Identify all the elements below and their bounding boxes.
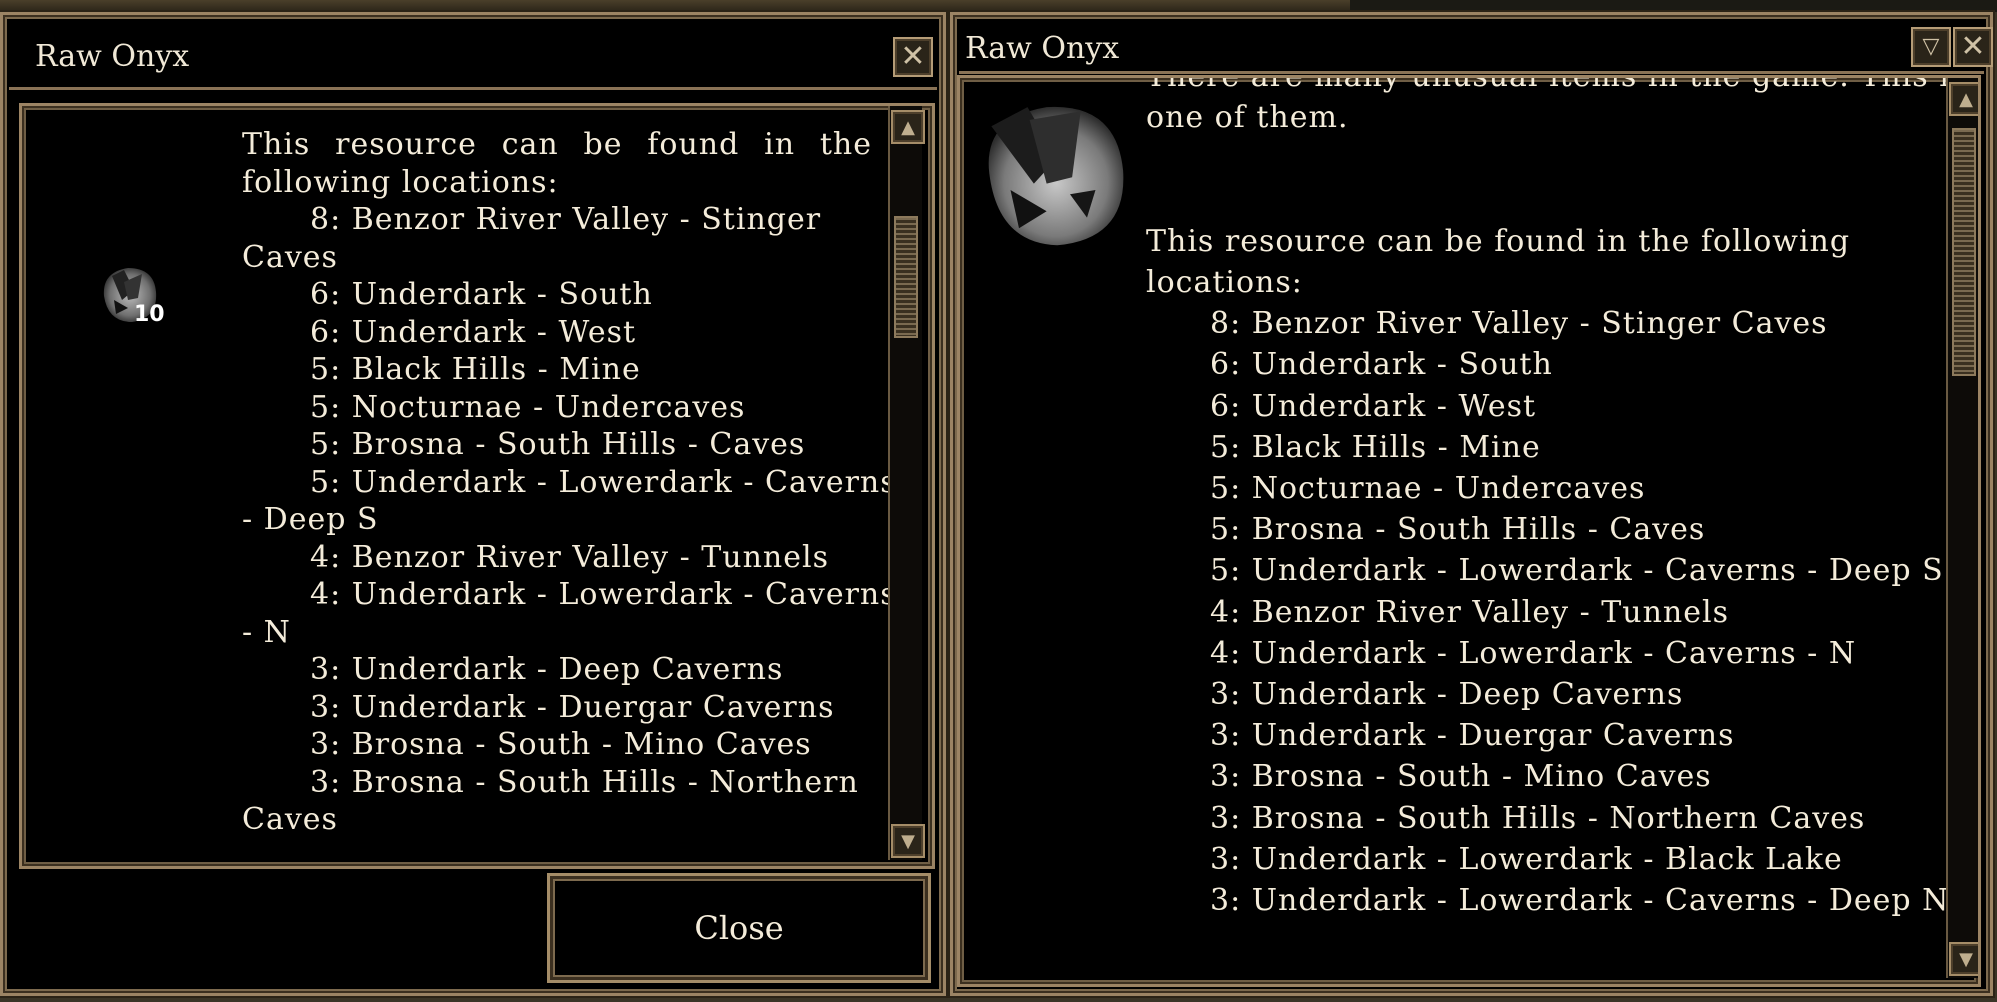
- location-line: 4: Underdark - Lowerdark - Caverns: [310, 577, 897, 612]
- location-line: 4: Benzor River Valley - Tunnels: [1210, 594, 1729, 630]
- location-line: 5: Underdark - Lowerdark - Caverns: [310, 464, 897, 500]
- location-line: 3: Underdark - Lowerdark - Black Lake: [1210, 841, 1843, 877]
- close-icon[interactable]: ✕: [1953, 27, 1993, 67]
- location-line: 3: Underdark - Deep Caverns: [310, 652, 784, 687]
- scroll-up-arrow-icon[interactable]: ▲: [891, 110, 925, 144]
- location-line: 5: Underdark - Lowerdark - Caverns - Dee…: [1210, 553, 1944, 589]
- location-line: 4: Underdark - Lowerdark - Caverns - N: [1210, 635, 1857, 671]
- description-partial-line: There are many unusual items in the game…: [1146, 75, 1967, 94]
- location-line: - N: [242, 614, 291, 650]
- location-line: 5: Nocturnae - Undercaves: [1210, 471, 1646, 507]
- description-text: There are many unusual items in the game…: [1146, 75, 1967, 921]
- raw-onyx-window-left: Raw Onyx ✕ 10 This resource can be found…: [0, 12, 946, 996]
- location-line: 3: Underdark - Duergar Caverns: [1210, 718, 1735, 754]
- location-line: 3: Brosna - South Hills - Northern Caves: [1210, 800, 1866, 836]
- location-line: 6: Underdark - West: [310, 314, 637, 350]
- location-line: 3: Underdark - Lowerdark - Caverns - Dee…: [1210, 883, 1950, 919]
- minimize-icon[interactable]: ▽: [1911, 27, 1951, 67]
- location-line: 5: Brosna - South Hills - Caves: [1210, 512, 1706, 548]
- location-line: 4: Benzor River Valley - Tunnels: [310, 539, 829, 575]
- location-line: 8: Benzor River Valley - Stinger Caves: [1210, 306, 1828, 342]
- scrollbar[interactable]: ▲ ▼: [888, 106, 925, 860]
- background-right: [1350, 0, 1997, 12]
- location-line: 8: Benzor River Valley - Stinger: [310, 202, 822, 237]
- scroll-thumb[interactable]: [894, 216, 918, 338]
- location-line: 6: Underdark - West: [1210, 388, 1537, 424]
- location-line: 5: Nocturnae - Undercaves: [310, 389, 746, 425]
- close-icon[interactable]: ✕: [893, 37, 933, 77]
- raw-onyx-gem-icon: [988, 106, 1124, 246]
- close-button[interactable]: Close: [547, 873, 931, 983]
- location-line: 3: Brosna - South - Mino Caves: [310, 727, 812, 762]
- title-bar: Raw Onyx ▽ ✕: [959, 19, 1993, 74]
- locations-intro: This resource can be found in the follow…: [242, 127, 872, 200]
- location-line: 3: Underdark - Duergar Caverns: [310, 689, 835, 725]
- location-line: - Deep S: [242, 502, 379, 537]
- raw-onyx-window-right: Raw Onyx ▽ ✕ There are many unusual item…: [950, 12, 1993, 996]
- scrollbar[interactable]: ▲ ▼: [1946, 78, 1978, 978]
- scroll-down-arrow-icon[interactable]: ▼: [1949, 942, 1978, 976]
- location-line: 3: Brosna - South - Mino Caves: [1210, 759, 1712, 795]
- window-title: Raw Onyx: [35, 39, 190, 74]
- scroll-thumb[interactable]: [1952, 128, 1976, 376]
- location-line: 3: Brosna - South Hills - Northern: [310, 764, 859, 800]
- scroll-down-arrow-icon[interactable]: ▼: [891, 824, 925, 858]
- location-line: Caves: [242, 239, 338, 275]
- title-bar: Raw Onyx ✕: [9, 21, 937, 90]
- location-line: 6: Underdark - South: [1210, 347, 1553, 383]
- description-line: one of them.: [1146, 100, 1349, 136]
- location-line: Caves: [242, 802, 338, 837]
- scroll-up-arrow-icon[interactable]: ▲: [1949, 82, 1978, 116]
- location-line: 5: Black Hills - Mine: [1210, 429, 1541, 465]
- locations-intro-line2: locations:: [1146, 265, 1303, 301]
- item-description-panel: 10 This resource can be found in the fol…: [19, 103, 935, 869]
- item-quantity: 10: [134, 302, 165, 327]
- location-line: 6: Underdark - South: [310, 277, 653, 312]
- window-title: Raw Onyx: [965, 31, 1120, 66]
- locations-text: This resource can be found in the follow…: [242, 126, 897, 839]
- item-description-panel: There are many unusual items in the game…: [957, 75, 1981, 987]
- locations-intro-line1: This resource can be found in the follow…: [1146, 223, 1851, 259]
- location-line: 5: Brosna - South Hills - Caves: [310, 427, 806, 462]
- location-line: 3: Underdark - Deep Caverns: [1210, 677, 1684, 713]
- location-line: 5: Black Hills - Mine: [310, 352, 641, 387]
